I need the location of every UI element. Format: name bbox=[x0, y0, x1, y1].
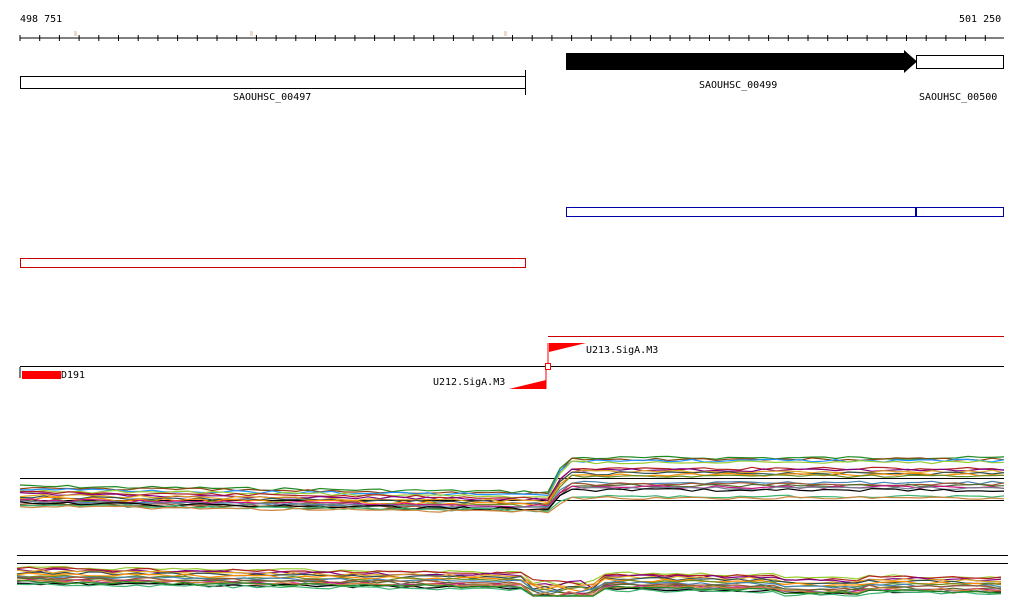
ruler-marker bbox=[504, 31, 507, 36]
gene-saouhsc-00499-arrow[interactable] bbox=[566, 50, 917, 73]
feature-u213-marker[interactable] bbox=[549, 343, 586, 352]
genome-browser-canvas bbox=[16, 31, 1008, 597]
gene-saouhsc-00497[interactable] bbox=[20, 76, 526, 89]
expression-trace bbox=[19, 460, 1005, 499]
expression-plot-2 bbox=[16, 555, 1008, 597]
blue-annotation-track[interactable] bbox=[566, 207, 1004, 217]
ruler-marker bbox=[250, 31, 253, 36]
gene-saouhsc-00500[interactable] bbox=[916, 55, 1004, 69]
gene-label-saouhsc-00499[interactable]: SAOUHSC_00499 bbox=[699, 81, 777, 91]
feature-d191-marker[interactable] bbox=[22, 371, 61, 379]
gene-track[interactable] bbox=[20, 50, 1004, 95]
ruler-marker bbox=[74, 31, 77, 36]
feature-label-u213[interactable]: U213.SigA.M3 bbox=[586, 346, 658, 356]
ruler-start-label: 498 751 bbox=[20, 14, 63, 25]
feature-junction-box[interactable] bbox=[545, 363, 551, 370]
feature-label-u212[interactable]: U212.SigA.M3 bbox=[433, 378, 505, 388]
position-ruler bbox=[19, 31, 1004, 41]
feature-u212-marker[interactable] bbox=[509, 380, 546, 389]
red-annotation-track[interactable] bbox=[20, 258, 526, 268]
ruler-end-label: 501 250 bbox=[959, 14, 1002, 25]
gene-label-saouhsc-00500[interactable]: SAOUHSC_00500 bbox=[919, 93, 997, 103]
gene-label-saouhsc-00497[interactable]: SAOUHSC_00497 bbox=[233, 93, 311, 103]
expression-trace bbox=[20, 458, 1005, 497]
ruler-ticks bbox=[19, 31, 986, 41]
feature-label-d191[interactable]: D191 bbox=[61, 371, 85, 381]
expression-plot-1 bbox=[19, 455, 1005, 514]
feature-track[interactable] bbox=[19, 336, 1004, 390]
